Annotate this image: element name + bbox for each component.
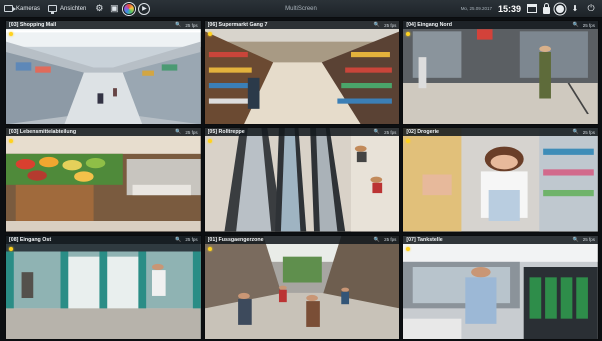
zoom-icon[interactable]: 🔍 [573,129,579,135]
camera-feed-image [204,21,400,125]
camera-header: [03] Shopping Mall 🔍 25 fps [6,21,201,29]
camera-tile[interactable]: [03] Shopping Mall 🔍 25 fps [5,20,202,126]
camera-tile[interactable]: [05] Rolltreppe 🔍 25 fps [203,127,401,233]
zoom-icon[interactable]: 🔍 [175,129,181,135]
play-icon[interactable]: ▶ [138,2,151,15]
camera-tile[interactable]: [04] Eingang Nord 🔍 25 fps [402,20,599,126]
camera-tile[interactable]: [06] Supermarkt Gang 7 🔍 25 fps [203,20,401,126]
camera-label: [06] Supermarkt Gang 7 [207,22,268,28]
zoom-icon[interactable]: 🔍 [175,22,181,28]
settings-icon[interactable]: ⚙ [93,3,105,15]
window-icon[interactable] [527,4,537,13]
lock-icon[interactable] [543,2,550,14]
camera-feed-image [403,235,598,339]
camera-label: [03] Lebensmittelabteilung [9,129,77,136]
fps-label: 25 fps [384,129,397,135]
fps-label: 25 fps [582,237,595,243]
camera-label: [05] Rolltreppe [207,129,245,136]
camera-header: [05] Rolltreppe 🔍 25 fps [204,128,400,137]
zoom-icon[interactable]: 🔍 [374,237,380,243]
zoom-icon[interactable]: 🔍 [573,22,579,28]
fps-label: 25 fps [185,129,198,135]
recording-indicator [207,246,212,251]
clock-display: 15:39 [497,3,521,14]
recording-indicator [207,32,212,36]
fps-label: 25 fps [582,22,595,28]
top-toolbar: Kameras Ansichten ⚙ ▣ ▶ MultiScreen Mo, … [0,0,602,18]
views-button[interactable]: Ansichten [44,2,90,16]
camera-label: [07] Tankstelle [406,236,443,243]
camera-feed-image [6,21,201,125]
camera-icon [4,5,16,12]
display-icon[interactable]: ▣ [108,3,120,15]
camera-header: [01] Fussgaengerzone 🔍 25 fps [204,235,400,244]
zoom-icon[interactable]: 🔍 [374,129,380,135]
zoom-icon[interactable]: 🔍 [573,237,579,243]
fps-label: 25 fps [185,237,198,243]
monitor-icon [48,5,58,14]
camera-header: [03] Lebensmittelabteilung 🔍 25 fps [6,128,201,137]
download-icon[interactable]: ⬇ [570,4,580,14]
camera-label: [01] Fussgaengerzone [207,236,264,243]
camera-tile[interactable]: [02] Drogerie 🔍 25 fps [402,127,599,233]
camera-header: [04] Eingang Nord 🔍 25 fps [403,21,598,29]
cameras-button[interactable]: Kameras [0,2,44,16]
camera-label: [03] Shopping Mall [9,22,57,28]
camera-header: [02] Drogerie 🔍 25 fps [403,128,598,137]
zoom-icon[interactable]: 🔍 [175,237,181,243]
fps-label: 25 fps [384,22,397,28]
camera-feed-image [6,128,201,232]
date-display: Mo, 25.09.2017 [460,6,492,11]
camera-feed-image [204,235,400,339]
camera-label: [04] Eingang Nord [406,22,452,28]
camera-feed-image [6,235,201,339]
camera-tile[interactable]: [08] Eingang Ost 🔍 25 fps [5,234,202,340]
views-button-label: Ansichten [60,5,87,12]
recording-indicator [9,246,13,251]
camera-feed-image [403,128,598,232]
camera-feed-image [204,128,400,232]
camera-label: [08] Eingang Ost [9,236,52,243]
recording-indicator [9,32,13,36]
power-icon[interactable]: ⏻ [586,3,596,14]
camera-header: [06] Supermarkt Gang 7 🔍 25 fps [204,21,400,29]
camera-header: [08] Eingang Ost 🔍 25 fps [6,235,201,244]
camera-grid: [03] Shopping Mall 🔍 25 fps [06] Superma… [5,20,599,340]
camera-tile[interactable]: [01] Fussgaengerzone 🔍 25 fps [203,234,401,340]
color-wheel-icon[interactable] [123,2,136,15]
gear-icon[interactable] [556,4,564,13]
camera-header: [07] Tankstelle 🔍 25 fps [403,235,598,244]
zoom-icon[interactable]: 🔍 [374,22,380,28]
camera-feed-image [403,21,598,125]
camera-label: [02] Drogerie [406,129,440,136]
camera-tile[interactable]: [07] Tankstelle 🔍 25 fps [402,234,599,340]
cameras-button-label: Kameras [16,5,41,12]
fps-label: 25 fps [185,22,198,28]
camera-tile[interactable]: [03] Lebensmittelabteilung 🔍 25 fps [5,127,202,233]
fps-label: 25 fps [582,129,595,135]
fps-label: 25 fps [384,237,397,243]
